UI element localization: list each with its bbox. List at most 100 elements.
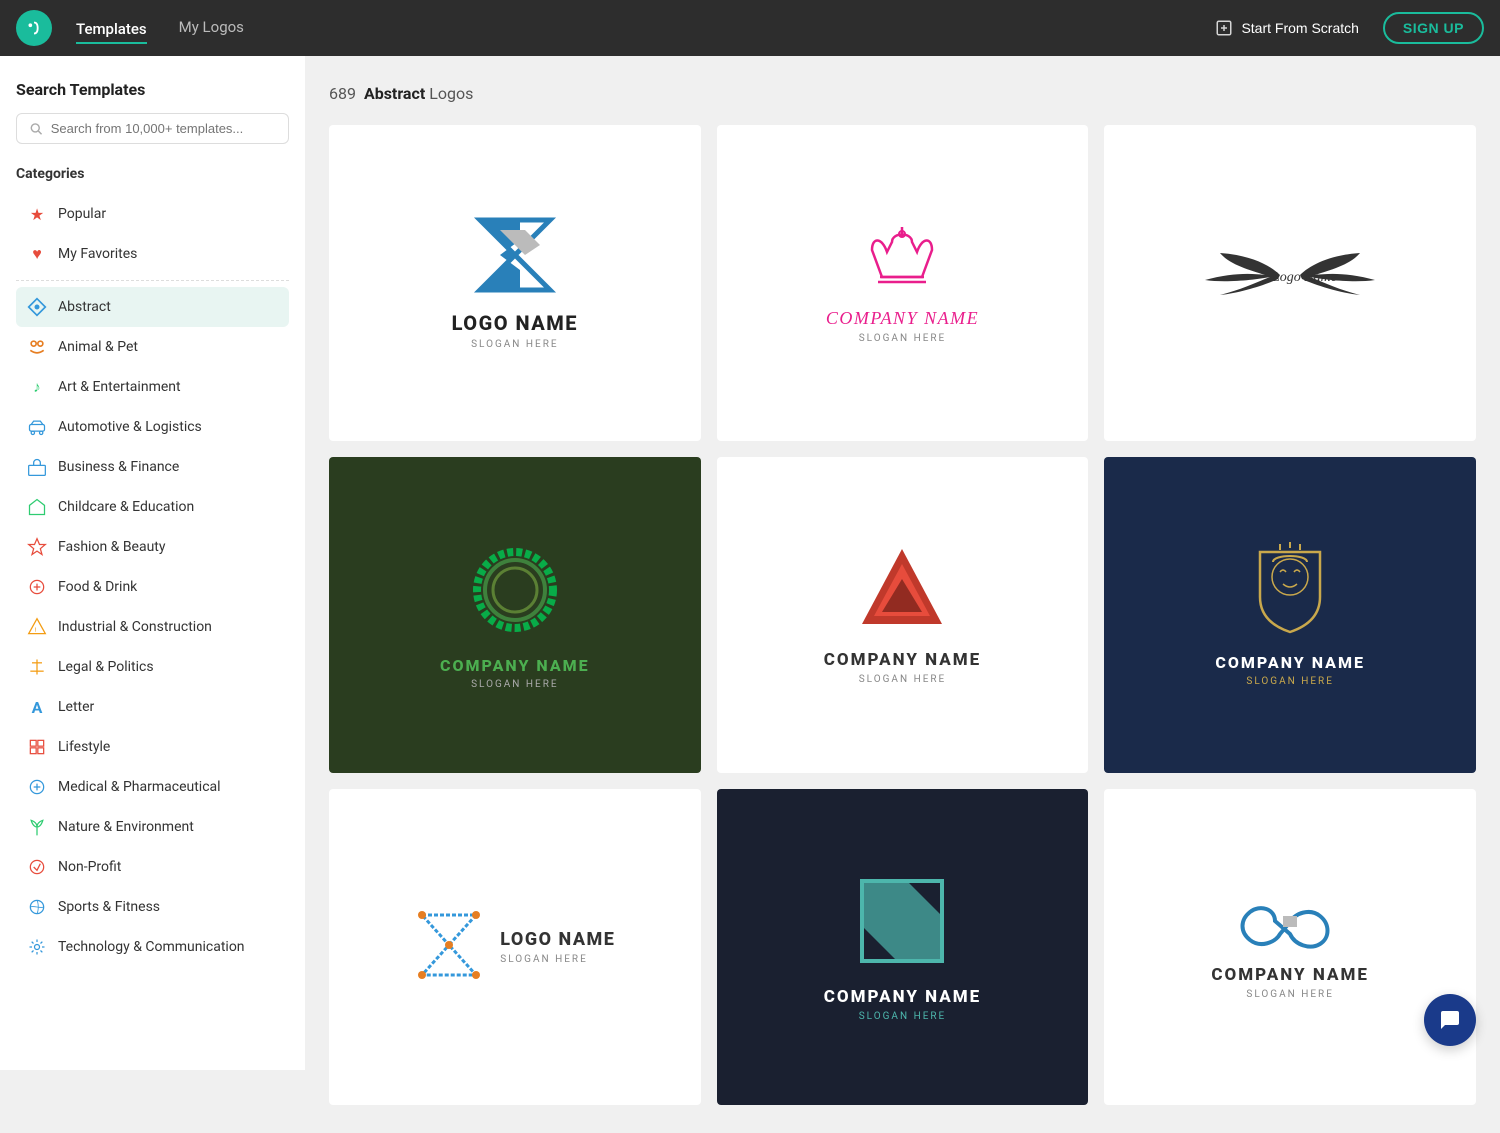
layout: Search Templates Categories ★ Popular ♥ …	[0, 56, 1500, 1133]
sidebar-item-popular-label: Popular	[58, 206, 106, 222]
card-slogan-8: SLOGAN HERE	[859, 1011, 947, 1022]
card-icon-1	[470, 215, 560, 299]
sidebar-item-nonprofit[interactable]: Non-Profit	[16, 847, 289, 887]
sidebar-item-fashion-label: Fashion & Beauty	[58, 539, 166, 555]
card-icon-8	[852, 871, 952, 975]
card-name-6: COMPANY NAME	[1215, 653, 1365, 672]
card-name-8: COMPANY NAME	[824, 987, 981, 1007]
main-nav: Templates	[76, 19, 147, 38]
sidebar-item-art[interactable]: ♪ Art & Entertainment	[16, 367, 289, 407]
sidebar-item-lifestyle[interactable]: Lifestyle	[16, 727, 289, 767]
nature-icon	[26, 816, 48, 838]
sidebar-item-nature-label: Nature & Environment	[58, 819, 194, 835]
sidebar-item-popular[interactable]: ★ Popular	[16, 194, 289, 234]
logo[interactable]	[16, 10, 52, 46]
legal-icon	[26, 656, 48, 678]
sidebar-item-medical[interactable]: Medical & Pharmaceutical	[16, 767, 289, 807]
search-input[interactable]	[51, 121, 276, 136]
template-card-5[interactable]: COMPANY NAME Slogan Here	[717, 457, 1089, 773]
sidebar-item-food[interactable]: Food & Drink	[16, 567, 289, 607]
sidebar-item-favorites-label: My Favorites	[58, 246, 137, 262]
start-scratch-label: Start From Scratch	[1241, 20, 1358, 36]
sidebar-item-legal-label: Legal & Politics	[58, 659, 154, 675]
result-suffix: Logos	[429, 84, 473, 103]
start-from-scratch-button[interactable]: Start From Scratch	[1215, 19, 1358, 37]
sidebar-item-abstract-label: Abstract	[58, 299, 111, 315]
card-name-1: LOGO NAME	[452, 311, 578, 335]
sidebar-item-business[interactable]: Business & Finance	[16, 447, 289, 487]
card-icon-4	[465, 540, 565, 644]
card-name-7: LOGO NAME	[500, 929, 615, 950]
result-category: Abstract	[364, 84, 425, 103]
sidebar-item-animal-label: Animal & Pet	[58, 339, 138, 355]
card-icon-6	[1245, 542, 1335, 641]
sidebar-item-letter-label: Letter	[58, 699, 94, 715]
nonprofit-icon	[26, 856, 48, 878]
sidebar-item-childcare[interactable]: Childcare & Education	[16, 487, 289, 527]
sidebar-item-technology-label: Technology & Communication	[58, 939, 245, 955]
sidebar-item-art-label: Art & Entertainment	[58, 379, 181, 395]
sidebar-item-business-label: Business & Finance	[58, 459, 179, 475]
sidebar-item-childcare-label: Childcare & Education	[58, 499, 194, 515]
card-slogan-7: SLOGAN HERE	[500, 954, 588, 965]
sidebar-item-legal[interactable]: Legal & Politics	[16, 647, 289, 687]
card-icon-9	[1225, 894, 1355, 953]
template-card-1[interactable]: LOGO NAME SLOGAN HERE	[329, 125, 701, 441]
industrial-icon: !	[26, 616, 48, 638]
business-icon	[26, 456, 48, 478]
sidebar-item-industrial-label: Industrial & Construction	[58, 619, 212, 635]
template-card-7[interactable]: LOGO NAME SLOGAN HERE	[329, 789, 701, 1105]
svg-text:!: !	[35, 626, 37, 634]
chat-bubble[interactable]	[1424, 994, 1476, 1046]
template-card-6[interactable]: COMPANY NAME Slogan Here	[1104, 457, 1476, 773]
sidebar-title: Search Templates	[16, 80, 289, 99]
sidebar-item-abstract[interactable]: Abstract	[16, 287, 289, 327]
sidebar-divider	[16, 280, 289, 281]
childcare-icon	[26, 496, 48, 518]
card-icon-7	[414, 910, 484, 984]
animal-icon	[26, 336, 48, 358]
card-icon-3: Logo Name	[1200, 245, 1380, 309]
card-icon-5	[852, 544, 952, 638]
nav-tab-templates[interactable]: Templates	[76, 16, 147, 44]
sports-icon	[26, 896, 48, 918]
card-slogan-2: SLOGAN HERE	[859, 333, 947, 344]
main-content: 689 Abstract Logos LOGO NAME SLOGAN HER	[305, 56, 1500, 1133]
sidebar: Search Templates Categories ★ Popular ♥ …	[0, 56, 305, 1070]
sidebar-item-fashion[interactable]: Fashion & Beauty	[16, 527, 289, 567]
sidebar-item-automotive[interactable]: Automotive & Logistics	[16, 407, 289, 447]
sidebar-item-animal[interactable]: Animal & Pet	[16, 327, 289, 367]
sidebar-item-favorites[interactable]: ♥ My Favorites	[16, 234, 289, 274]
search-box	[16, 113, 289, 144]
sidebar-item-nonprofit-label: Non-Profit	[58, 859, 121, 875]
card-slogan-9: SLOGAN HERE	[1246, 989, 1334, 1000]
card-name-5: COMPANY NAME	[824, 650, 981, 670]
card-name-9: COMPANY NAME	[1211, 965, 1368, 985]
template-card-2[interactable]: Company Name SLOGAN HERE	[717, 125, 1089, 441]
template-card-9[interactable]: COMPANY NAME SLOGAN HERE	[1104, 789, 1476, 1105]
sidebar-item-technology[interactable]: Technology & Communication	[16, 927, 289, 967]
abstract-icon	[26, 296, 48, 318]
header: Templates My Logos Start From Scratch SI…	[0, 0, 1500, 56]
medical-icon	[26, 776, 48, 798]
template-card-3[interactable]: Logo Name	[1104, 125, 1476, 441]
sidebar-item-industrial[interactable]: ! Industrial & Construction	[16, 607, 289, 647]
sidebar-item-sports[interactable]: Sports & Fitness	[16, 887, 289, 927]
search-icon	[29, 121, 43, 136]
sidebar-item-medical-label: Medical & Pharmaceutical	[58, 779, 221, 795]
card-slogan-4: Slogan Here	[471, 679, 559, 690]
sidebar-item-nature[interactable]: Nature & Environment	[16, 807, 289, 847]
nav-tab-mylogos[interactable]: My Logos	[179, 14, 244, 42]
template-card-4[interactable]: COMPANY NAME Slogan Here	[329, 457, 701, 773]
template-card-8[interactable]: COMPANY NAME SLOGAN HERE	[717, 789, 1089, 1105]
sidebar-item-automotive-label: Automotive & Logistics	[58, 419, 202, 435]
sign-up-button[interactable]: SIGN UP	[1383, 12, 1484, 44]
fashion-icon	[26, 536, 48, 558]
food-icon	[26, 576, 48, 598]
sidebar-item-letter[interactable]: A Letter	[16, 687, 289, 727]
svg-text:Logo Name: Logo Name	[1271, 270, 1337, 285]
template-grid: LOGO NAME SLOGAN HERE Company Na	[329, 125, 1476, 1105]
card-icon-2	[862, 222, 942, 296]
card-name-2: Company Name	[826, 308, 979, 329]
sidebar-item-food-label: Food & Drink	[58, 579, 137, 595]
